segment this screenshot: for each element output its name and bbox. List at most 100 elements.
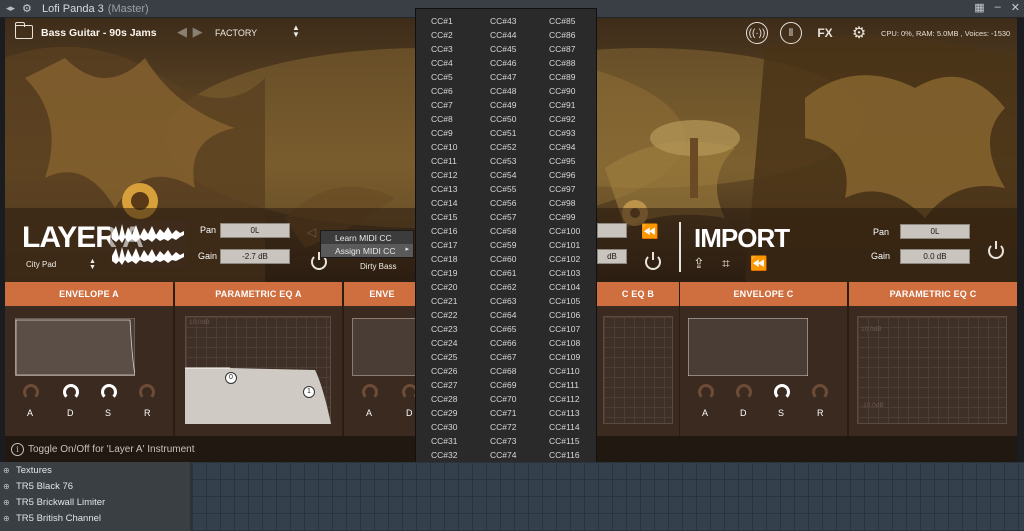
- cc-menu-item[interactable]: CC#21: [431, 294, 457, 308]
- cc-menu-item[interactable]: CC#61: [490, 266, 516, 280]
- bank-updown-icon[interactable]: ▲ ▼: [292, 24, 300, 39]
- cc-menu-item[interactable]: CC#3: [431, 42, 457, 56]
- cc-menu-item[interactable]: CC#67: [490, 350, 516, 364]
- cc-menu-item[interactable]: CC#107: [549, 322, 580, 336]
- cc-menu-item[interactable]: CC#63: [490, 294, 516, 308]
- cc-menu-item[interactable]: CC#44: [490, 28, 516, 42]
- cc-menu-item[interactable]: CC#99: [549, 210, 580, 224]
- cc-menu-item[interactable]: CC#19: [431, 266, 457, 280]
- cc-menu-item[interactable]: CC#100: [549, 224, 580, 238]
- layer-b-pan-field[interactable]: [597, 223, 627, 238]
- cc-menu-item[interactable]: CC#95: [549, 154, 580, 168]
- eq-a-node-1[interactable]: 1: [303, 386, 315, 398]
- module-envelope-c[interactable]: ENVELOPE C: [680, 282, 847, 306]
- browser-item[interactable]: ⊕ TR5 Brickwall Limiter: [0, 494, 190, 510]
- cc-menu-item[interactable]: CC#10: [431, 140, 457, 154]
- cc-menu-item[interactable]: CC#32: [431, 448, 457, 462]
- cc-menu-item[interactable]: CC#22: [431, 308, 457, 322]
- envelope-c-attack-knob[interactable]: [698, 384, 714, 400]
- import-upload-icon[interactable]: ⇪: [693, 255, 705, 272]
- playlist-grid[interactable]: [192, 462, 1024, 531]
- cc-menu-item[interactable]: CC#45: [490, 42, 516, 56]
- cc-menu-item[interactable]: CC#28: [431, 392, 457, 406]
- envelope-c-screen[interactable]: [688, 318, 808, 376]
- midi-learn-icon[interactable]: ((·)): [746, 22, 768, 44]
- cc-menu-item[interactable]: CC#102: [549, 252, 580, 266]
- cc-menu-item[interactable]: CC#108: [549, 336, 580, 350]
- cc-menu-item[interactable]: CC#86: [549, 28, 580, 42]
- cc-menu-item[interactable]: CC#9: [431, 126, 457, 140]
- cc-menu-item[interactable]: CC#106: [549, 308, 580, 322]
- cc-menu-item[interactable]: CC#62: [490, 280, 516, 294]
- module-eq-c[interactable]: PARAMETRIC EQ C: [849, 282, 1017, 306]
- cc-menu-item[interactable]: CC#51: [490, 126, 516, 140]
- cc-menu-item[interactable]: CC#114: [549, 420, 580, 434]
- layer-a-pan-field[interactable]: 0L: [220, 223, 290, 238]
- cc-menu-item[interactable]: CC#56: [490, 196, 516, 210]
- layer-a-sound-select[interactable]: City Pad: [26, 260, 56, 269]
- bank-select[interactable]: FACTORY: [215, 28, 257, 38]
- preset-prev-next-icon[interactable]: ◀ ▶: [177, 24, 204, 40]
- cc-menu-item[interactable]: CC#88: [549, 56, 580, 70]
- envelope-c-sustain-knob[interactable]: [774, 384, 790, 400]
- eq-b-graph[interactable]: [603, 316, 673, 424]
- cc-menu-item[interactable]: CC#17: [431, 238, 457, 252]
- cc-menu-item[interactable]: CC#103: [549, 266, 580, 280]
- cc-menu-item[interactable]: CC#58: [490, 224, 516, 238]
- import-power-icon[interactable]: [988, 241, 1004, 259]
- cc-menu-item[interactable]: CC#65: [490, 322, 516, 336]
- cc-menu-item[interactable]: CC#2: [431, 28, 457, 42]
- module-envelope-a[interactable]: ENVELOPE A: [5, 282, 173, 306]
- cc-menu-item[interactable]: CC#104: [549, 280, 580, 294]
- cc-menu-item[interactable]: CC#50: [490, 112, 516, 126]
- cc-menu-item[interactable]: CC#89: [549, 70, 580, 84]
- cc-menu-item[interactable]: CC#57: [490, 210, 516, 224]
- cc-menu-item[interactable]: CC#20: [431, 280, 457, 294]
- cc-menu-item[interactable]: CC#30: [431, 420, 457, 434]
- cc-menu-item[interactable]: CC#90: [549, 84, 580, 98]
- layer-a-updown-icon[interactable]: ▲ ▼: [89, 258, 96, 271]
- cc-menu-item[interactable]: CC#69: [490, 378, 516, 392]
- envelope-a-sustain-knob[interactable]: [101, 384, 117, 400]
- cc-menu-item[interactable]: CC#52: [490, 140, 516, 154]
- menu-item-assign-midi-cc[interactable]: Assign MIDI CC ▸: [321, 244, 413, 257]
- layer-b-sound-select[interactable]: Dirty Bass: [360, 262, 396, 271]
- cc-menu-item[interactable]: CC#113: [549, 406, 580, 420]
- cc-menu-item[interactable]: CC#25: [431, 350, 457, 364]
- cc-menu-item[interactable]: CC#55: [490, 182, 516, 196]
- cc-menu-item[interactable]: CC#115: [549, 434, 580, 448]
- eq-a-node-0[interactable]: 0: [225, 372, 237, 384]
- cc-menu-item[interactable]: CC#110: [549, 364, 580, 378]
- cc-menu-item[interactable]: CC#94: [549, 140, 580, 154]
- layer-b-power-icon[interactable]: [645, 252, 661, 270]
- menu-item-learn-midi-cc[interactable]: Learn MIDI CC: [321, 231, 413, 244]
- cc-menu-item[interactable]: CC#47: [490, 70, 516, 84]
- cc-menu-item[interactable]: CC#14: [431, 196, 457, 210]
- cc-menu-item[interactable]: CC#68: [490, 364, 516, 378]
- envelope-a-release-knob[interactable]: [139, 384, 155, 400]
- cc-menu-item[interactable]: CC#46: [490, 56, 516, 70]
- browser-item[interactable]: ⊕ TR5 British Channel: [0, 510, 190, 526]
- close-icon[interactable]: ✕: [1011, 1, 1020, 14]
- cc-menu-item[interactable]: CC#1: [431, 14, 457, 28]
- browser-item[interactable]: ⊕ TR5 Black 76: [0, 478, 190, 494]
- layer-b-gain-field[interactable]: dB: [597, 249, 627, 264]
- cc-menu-item[interactable]: CC#101: [549, 238, 580, 252]
- cc-menu-item[interactable]: CC#29: [431, 406, 457, 420]
- cc-menu-item[interactable]: CC#97: [549, 182, 580, 196]
- cc-menu-item[interactable]: CC#59: [490, 238, 516, 252]
- cc-menu-item[interactable]: CC#72: [490, 420, 516, 434]
- grid-icon[interactable]: ▦: [974, 1, 984, 14]
- envelope-a-decay-knob[interactable]: [63, 384, 79, 400]
- cc-menu-item[interactable]: CC#11: [431, 154, 457, 168]
- cc-menu-item[interactable]: CC#15: [431, 210, 457, 224]
- cc-menu-item[interactable]: CC#54: [490, 168, 516, 182]
- cc-menu-item[interactable]: CC#7: [431, 98, 457, 112]
- cc-menu-item[interactable]: CC#8: [431, 112, 457, 126]
- cc-menu-item[interactable]: CC#18: [431, 252, 457, 266]
- cc-menu-item[interactable]: CC#6: [431, 84, 457, 98]
- envelope-a-screen[interactable]: [15, 318, 135, 376]
- cc-menu-item[interactable]: CC#116: [549, 448, 580, 462]
- cc-menu-item[interactable]: CC#60: [490, 252, 516, 266]
- envelope-b-screen[interactable]: [352, 318, 420, 376]
